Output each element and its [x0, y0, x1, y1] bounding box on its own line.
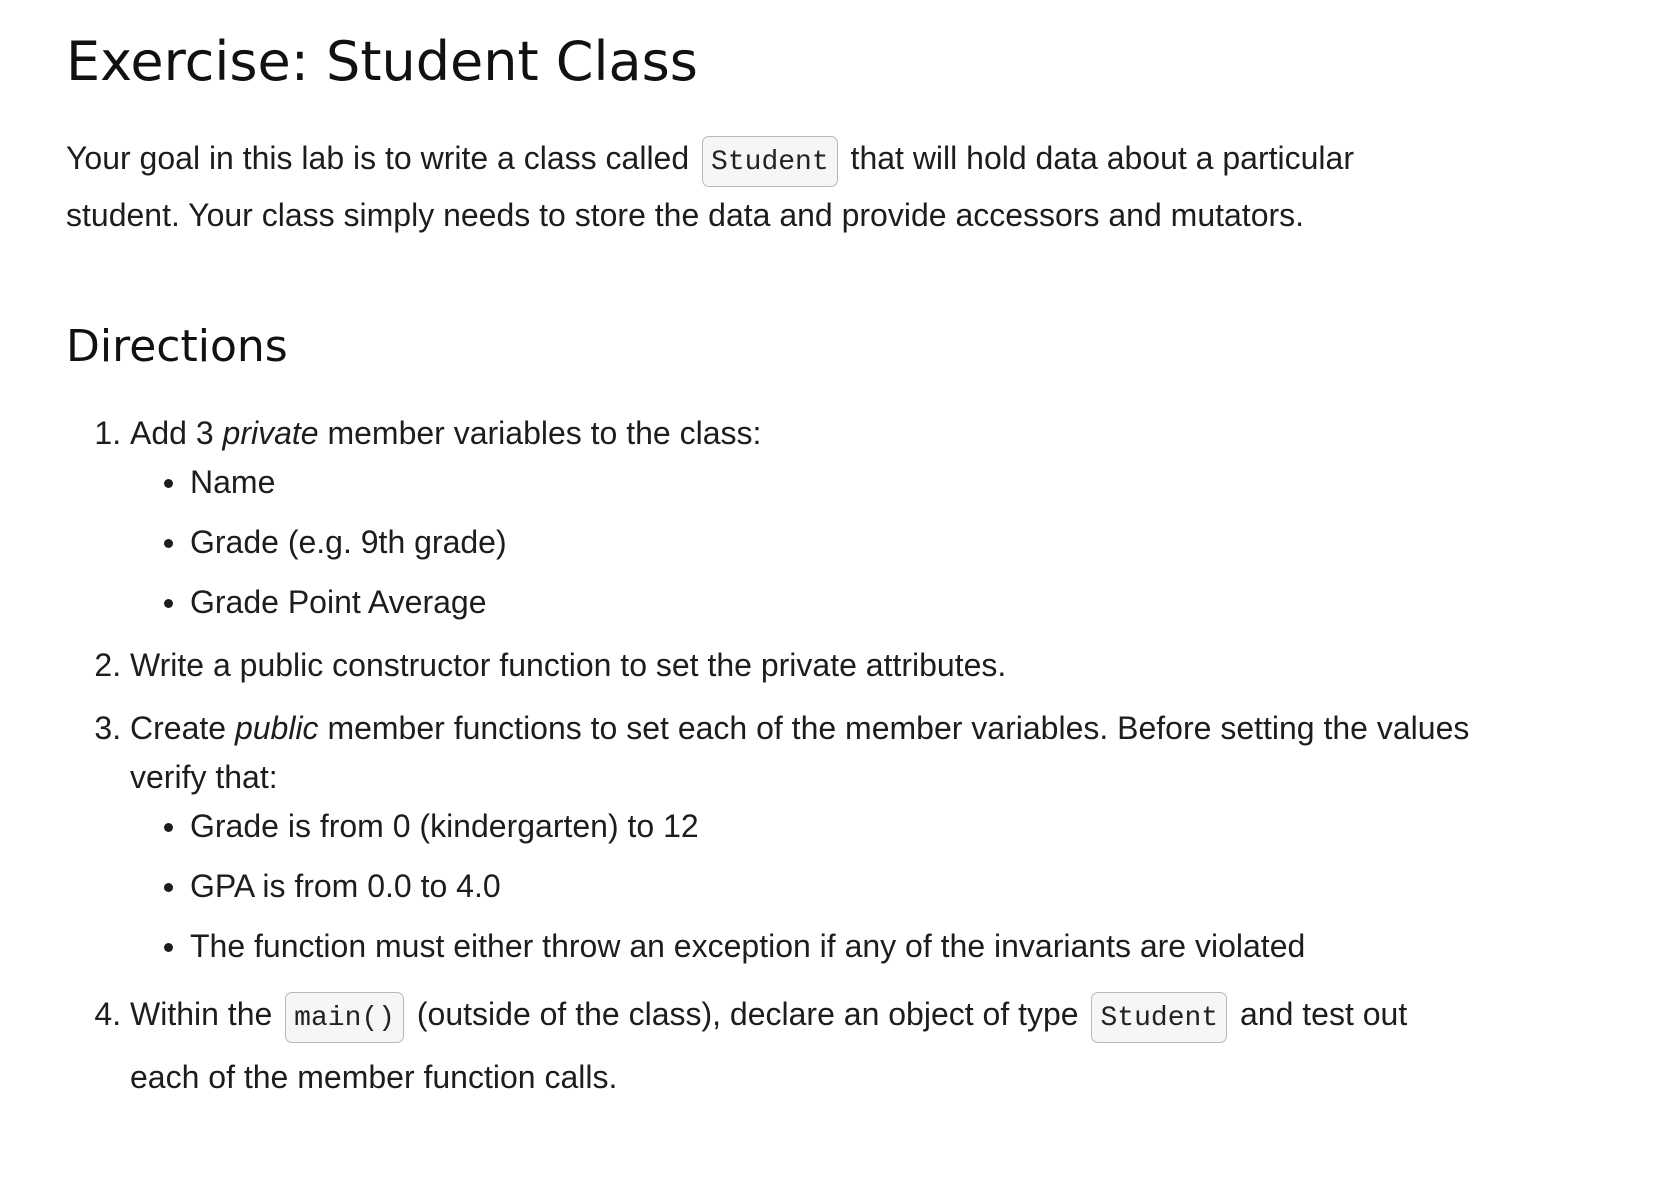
step-4-before: Within the [130, 996, 273, 1032]
document-page: Exercise: Student Class Your goal in thi… [0, 0, 1672, 1190]
student-type-code: Student [1091, 992, 1228, 1043]
step-3-before: Create [130, 710, 227, 746]
step-1-bullets: Name Grade (e.g. 9th grade) Grade Point … [130, 458, 1672, 627]
step-3-emphasis: public [234, 710, 319, 746]
step-1-emphasis: private [222, 415, 319, 451]
intro-paragraph: Your goal in this lab is to write a clas… [66, 132, 1396, 241]
step-4: Within the main() (outside of the class)… [130, 985, 1410, 1106]
directions-heading: Directions [66, 321, 288, 372]
bullet-gpa: Grade Point Average [164, 578, 1672, 627]
step-3-after: member functions to set each of the memb… [130, 710, 1470, 795]
bullet-grade-range: Grade is from 0 (kindergarten) to 12 [164, 802, 1510, 851]
bullet-name: Name [164, 458, 1672, 507]
bullet-gpa-range: GPA is from 0.0 to 4.0 [164, 862, 1510, 911]
step-1-after: member variables to the class: [327, 415, 762, 451]
step-4-middle: (outside of the class), declare an objec… [416, 996, 1079, 1032]
bullet-grade: Grade (e.g. 9th grade) [164, 518, 1672, 567]
step-2: Write a public constructor function to s… [130, 641, 1672, 690]
step-1: Add 3 private member variables to the cl… [130, 409, 1672, 627]
intro-text-before: Your goal in this lab is to write a clas… [66, 140, 690, 176]
step-1-before: Add 3 [130, 415, 214, 451]
student-class-code: Student [702, 136, 838, 187]
step-3: Create public member functions to set ea… [130, 704, 1510, 971]
directions-list: Add 3 private member variables to the cl… [66, 409, 1672, 1106]
page-title: Exercise: Student Class [66, 30, 698, 93]
bullet-exception: The function must either throw an except… [164, 922, 1510, 971]
step-3-bullets: Grade is from 0 (kindergarten) to 12 GPA… [130, 802, 1510, 971]
main-function-code: main() [285, 992, 404, 1043]
